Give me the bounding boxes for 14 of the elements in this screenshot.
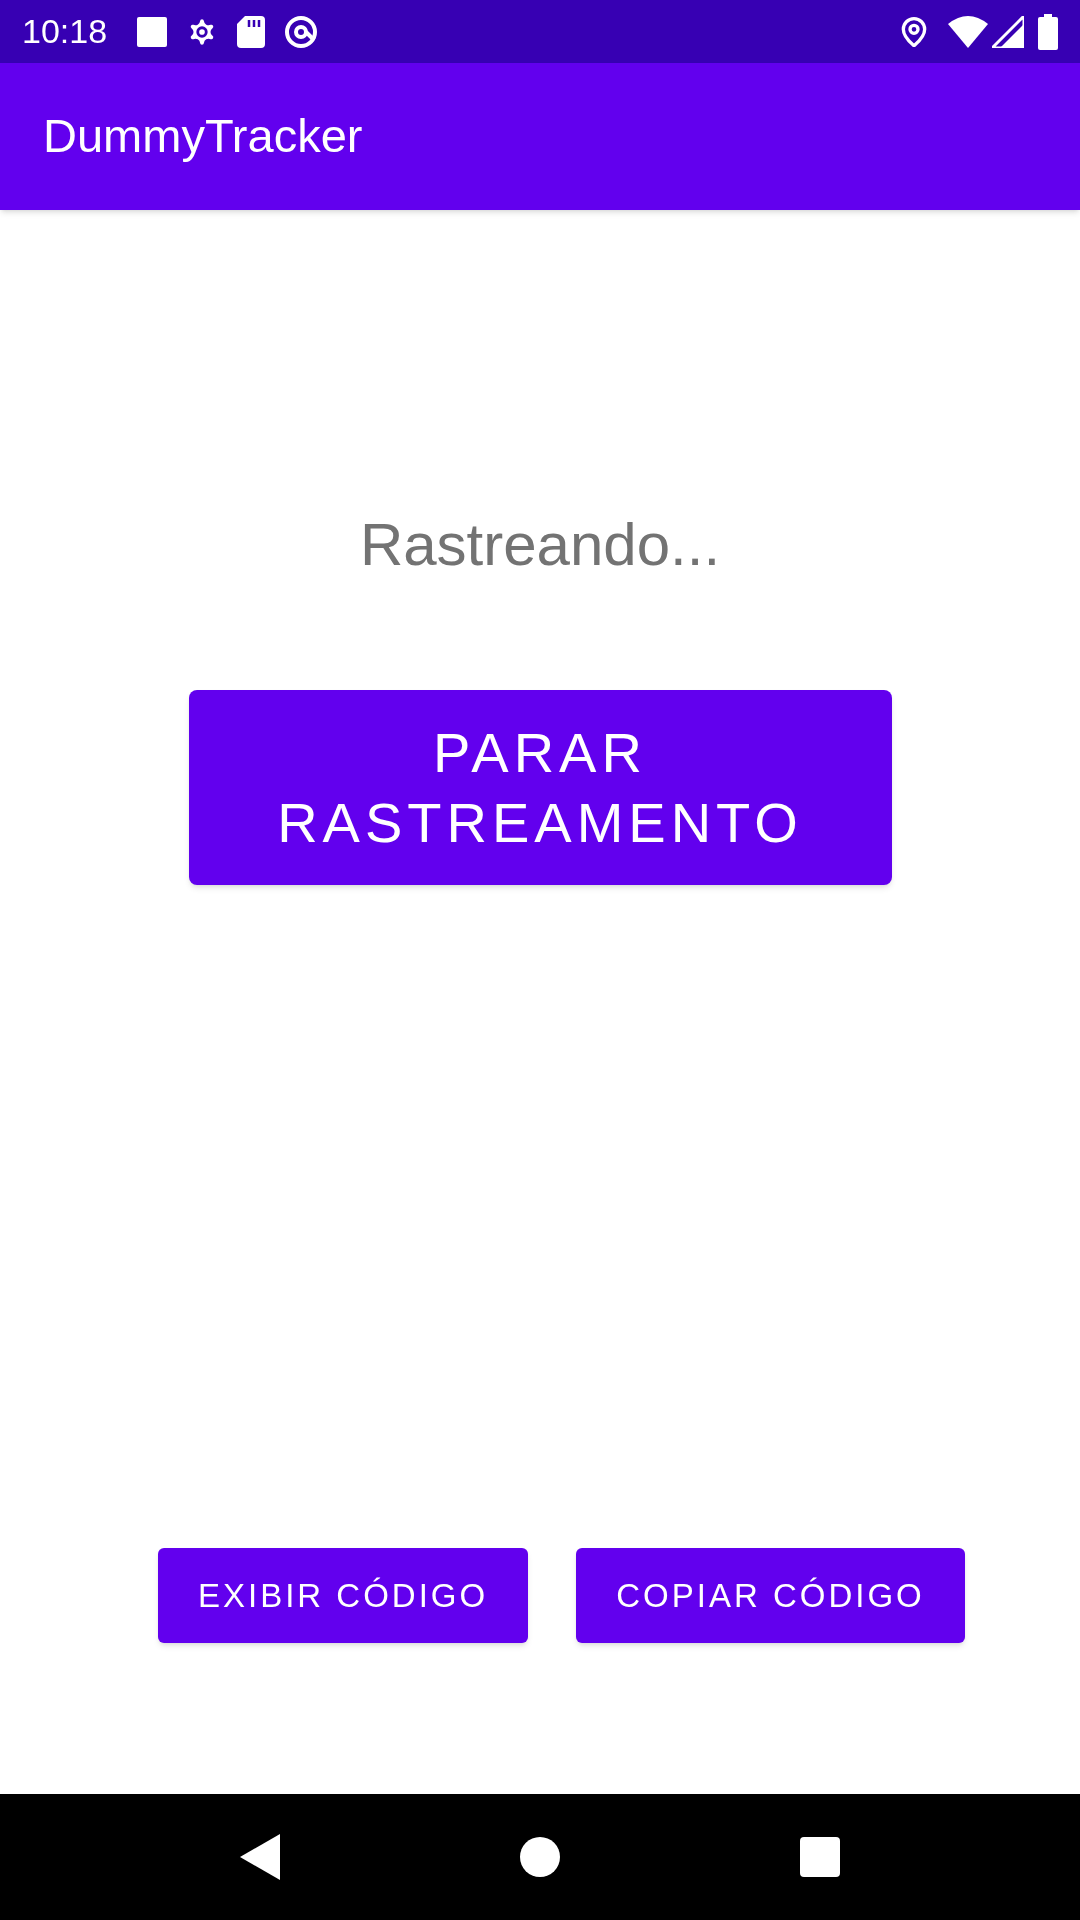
home-icon[interactable] <box>520 1837 560 1877</box>
code-button[interactable]: EXIBIR CÓDIGO <box>158 1548 529 1643</box>
signal-icon <box>992 15 1024 48</box>
status-message: Rastreando... <box>359 510 721 580</box>
stop-tracking-button[interactable]: PARAR RASTREAMENTO <box>188 690 892 885</box>
at-sign-icon <box>283 13 320 50</box>
app-title: DummyTracker <box>43 108 363 165</box>
back-icon[interactable] <box>240 1834 280 1880</box>
code-button[interactable]: COPIAR CÓDIGO <box>576 1548 965 1643</box>
wifi-icon <box>948 15 988 48</box>
sd-card-icon <box>237 15 266 48</box>
status-time: 10:18 <box>22 11 108 52</box>
battery-icon <box>1038 13 1058 50</box>
square-icon <box>137 16 168 47</box>
